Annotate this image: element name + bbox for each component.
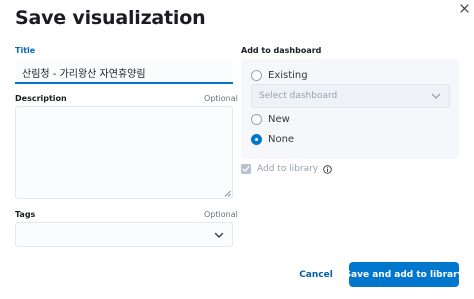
chevron-down-icon: [214, 232, 224, 238]
radio-new-label: New: [268, 114, 290, 125]
radio-button[interactable]: [251, 114, 262, 125]
close-icon: [459, 3, 469, 13]
add-to-library-label: Add to library: [257, 164, 319, 174]
title-input[interactable]: 산림청 - 가리왕산 자연휴양림: [15, 59, 233, 84]
radio-existing-label: Existing: [268, 70, 308, 81]
description-textarea[interactable]: [15, 106, 233, 199]
description-label: Description: [15, 94, 67, 103]
radio-none[interactable]: None: [251, 134, 294, 145]
close-button[interactable]: [457, 1, 471, 15]
add-to-dashboard-label: Add to dashboard: [241, 46, 322, 55]
add-to-library-checkbox-row[interactable]: Add to library: [241, 164, 332, 174]
radio-button-checked[interactable]: [251, 134, 262, 145]
radio-button[interactable]: [251, 70, 262, 81]
tags-label: Tags: [15, 210, 36, 219]
title-label: Title: [15, 46, 36, 55]
info-icon[interactable]: [323, 164, 332, 174]
modal-title: Save visualization: [15, 7, 206, 29]
tags-select[interactable]: [15, 222, 233, 247]
tags-optional-text: Optional: [204, 210, 238, 219]
resize-grip-icon[interactable]: [224, 190, 231, 197]
select-dashboard-placeholder: Select dashboard: [259, 91, 338, 101]
title-input-value: 산림청 - 가리왕산 자연휴양림: [22, 69, 146, 80]
radio-none-label: None: [268, 134, 295, 145]
description-optional-text: Optional: [204, 94, 238, 103]
radio-new[interactable]: New: [251, 114, 290, 125]
cancel-button[interactable]: Cancel: [293, 263, 339, 287]
chevron-down-icon: [431, 93, 441, 99]
save-and-add-to-library-button[interactable]: Save and add to library: [345, 262, 463, 287]
checkbox[interactable]: [241, 164, 251, 174]
save-visualization-modal: Save visualization Title 산림청 - 가리왕산 자연휴양…: [0, 0, 474, 299]
select-dashboard-dropdown[interactable]: Select dashboard: [251, 84, 450, 108]
radio-existing[interactable]: Existing: [251, 70, 308, 81]
checkmark-icon: [242, 166, 250, 172]
